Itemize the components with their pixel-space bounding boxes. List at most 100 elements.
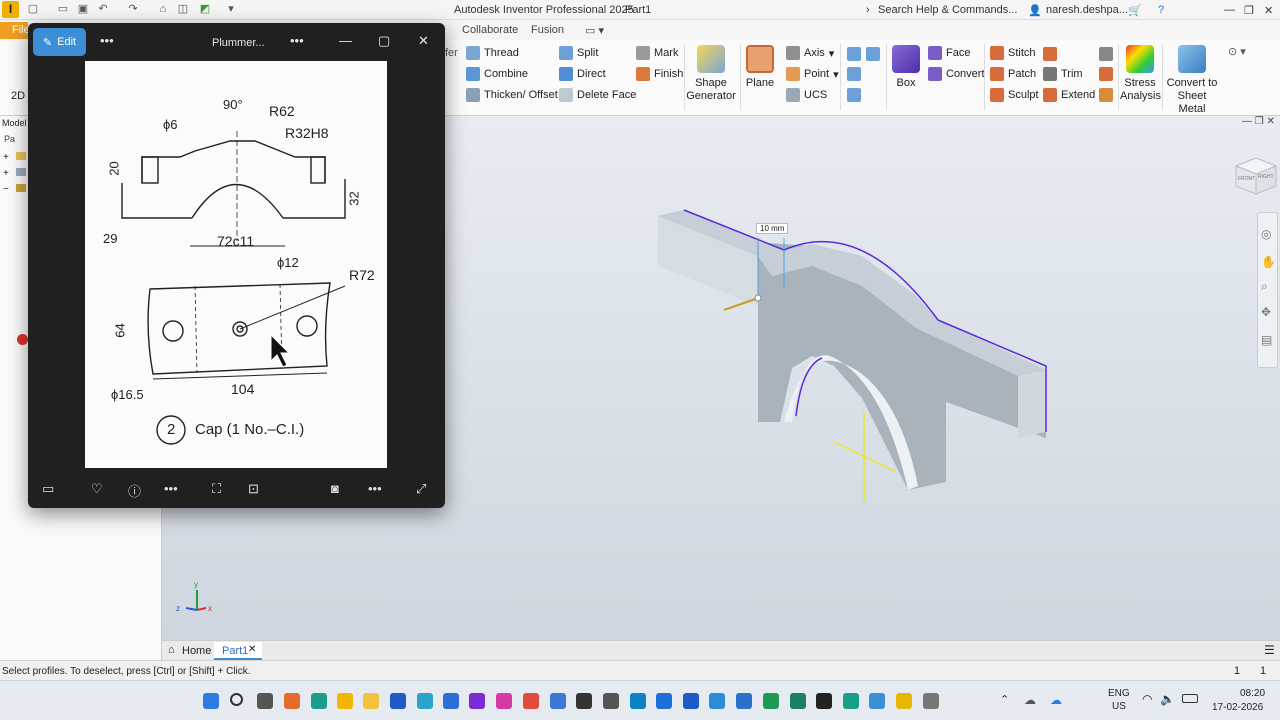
app-icon-15[interactable] (736, 693, 752, 709)
home-tab-icon[interactable]: ⌂ (168, 644, 175, 656)
chrome-icon[interactable] (337, 693, 353, 709)
screenshot-icon[interactable]: ◙ (331, 481, 339, 496)
thread-button[interactable]: Thread (466, 46, 519, 60)
app-icon-1[interactable] (284, 693, 300, 709)
trim-button[interactable]: Trim (1043, 67, 1083, 81)
app-icon-17[interactable] (790, 693, 806, 709)
pattern-rect-icon[interactable] (847, 47, 861, 61)
edge-icon[interactable] (311, 693, 327, 709)
close-icon[interactable]: ✕ (1264, 4, 1273, 17)
mark-button[interactable]: Mark (636, 46, 678, 60)
app-icon-4[interactable] (443, 693, 459, 709)
surface-tool-icon-1[interactable] (1099, 47, 1113, 61)
orbit-icon[interactable]: ✥ (1261, 305, 1271, 319)
app-icon-5[interactable] (469, 693, 485, 709)
viewer-maximize-icon[interactable]: ▢ (378, 33, 390, 49)
open-icon[interactable]: ▭ (56, 3, 70, 16)
viewer-minimize-icon[interactable]: — (339, 33, 352, 49)
combine-button[interactable]: Combine (466, 67, 528, 81)
error-icon[interactable] (17, 334, 28, 345)
app-icon-16[interactable] (763, 693, 779, 709)
extend-button[interactable]: Extend (1043, 88, 1095, 102)
app-icon-7[interactable] (523, 693, 539, 709)
filmstrip-icon[interactable]: ▭ (42, 481, 54, 497)
maximize-icon[interactable]: ❐ (1244, 4, 1254, 17)
expand-icon[interactable]: + (3, 168, 9, 179)
app-icon-11[interactable] (630, 693, 646, 709)
file-explorer-icon[interactable] (363, 693, 379, 709)
mirror-icon[interactable] (866, 47, 880, 61)
direct-button[interactable]: Direct (559, 67, 606, 81)
app-icon-19[interactable] (843, 693, 859, 709)
face-button[interactable]: Face (928, 46, 970, 60)
language-1[interactable]: ENG (1108, 688, 1130, 699)
convert-button[interactable]: Convert (928, 67, 985, 81)
stitch-button[interactable]: Stitch (990, 46, 1036, 60)
collapse-icon[interactable]: − (3, 184, 9, 195)
tray-chevron-icon[interactable]: ⌃ (1000, 693, 1009, 706)
tab-file[interactable]: File (0, 22, 30, 39)
wifi-icon[interactable]: ◠ (1142, 692, 1152, 706)
text-scan-icon[interactable]: ⊡ (248, 481, 259, 497)
tab-fusion[interactable]: Fusion (531, 24, 564, 36)
minimize-icon[interactable]: — (1224, 4, 1235, 16)
delete-face-button[interactable]: Delete Face (559, 88, 636, 102)
home-icon[interactable]: ⌂ (156, 3, 170, 16)
split-button[interactable]: Split (559, 46, 598, 60)
ribbon-toggle-icon[interactable]: ▭ ▾ (585, 24, 604, 37)
pan-icon[interactable]: ✋ (1261, 255, 1276, 269)
redo-icon[interactable]: ↷ (126, 3, 140, 16)
ruled-surface-icon[interactable] (1043, 47, 1057, 61)
more-options-icon[interactable]: ••• (100, 33, 114, 49)
app-icon-8[interactable] (550, 693, 566, 709)
pattern-sketch-icon[interactable] (847, 88, 861, 102)
shape-generator-button[interactable]: Shape Generator (686, 45, 736, 103)
update-icon[interactable]: ◫ (176, 3, 190, 16)
app-icon-9[interactable] (576, 693, 592, 709)
clock-time[interactable]: 08:20 (1240, 688, 1265, 699)
edit-button[interactable]: ✎ Edit (33, 28, 86, 56)
ucs-button[interactable]: UCS (786, 88, 827, 102)
search-input[interactable]: Search Help & Commands... (878, 4, 1017, 16)
app-icon-13[interactable] (683, 693, 699, 709)
user-name[interactable]: naresh.deshpa... (1046, 4, 1128, 16)
favorite-icon[interactable]: ♡ (91, 481, 103, 497)
stress-analysis-button[interactable]: Stress Analysis (1120, 45, 1161, 103)
info-icon[interactable]: ⓘ (128, 481, 141, 500)
sketch-2d-label[interactable]: 2D (11, 90, 25, 102)
task-view-icon[interactable] (257, 693, 273, 709)
expand-icon[interactable]: + (3, 152, 9, 163)
axis-button[interactable]: Axis ▾ (786, 46, 834, 60)
customize-icon[interactable]: ▾ (224, 3, 238, 16)
tab-home[interactable]: Home (182, 645, 211, 657)
appearance-icon[interactable]: ◩ (198, 3, 212, 16)
app-icon-3[interactable] (417, 693, 433, 709)
plane-button[interactable]: Plane (744, 45, 776, 90)
convert-sheet-metal-button[interactable]: Convert to Sheet Metal (1164, 45, 1220, 116)
app-icon-20[interactable] (896, 693, 912, 709)
zoom-icon[interactable]: ⌕ (1261, 279, 1268, 294)
app-icon-6[interactable] (496, 693, 512, 709)
save-icon[interactable]: ▣ (76, 3, 90, 16)
app-icon-2[interactable] (390, 693, 406, 709)
app-icon-21[interactable] (923, 693, 939, 709)
help-icon[interactable]: ? (1158, 4, 1164, 16)
sculpt-button[interactable]: Sculpt (990, 88, 1039, 102)
app-icon-18[interactable] (816, 693, 832, 709)
inventor-logo[interactable]: I (2, 1, 19, 18)
start-icon[interactable] (203, 693, 219, 709)
finish-button[interactable]: Finish (636, 67, 683, 81)
clock-date[interactable]: 17-02-2026 (1212, 702, 1263, 713)
steering-wheel-icon[interactable]: ◎ (1261, 227, 1271, 241)
footer-more-icon[interactable]: ••• (164, 481, 178, 496)
new-icon[interactable]: ▢ (26, 3, 40, 16)
app-icon-10[interactable] (603, 693, 619, 709)
browser-part-item[interactable]: Pa (4, 134, 15, 144)
title-more-icon[interactable]: ••• (290, 33, 304, 49)
app-icon-12[interactable] (656, 693, 672, 709)
footer-more-icon-2[interactable]: ••• (368, 481, 382, 496)
arrow-point[interactable] (754, 294, 762, 302)
box-button[interactable]: Box (890, 45, 922, 90)
scan-icon[interactable]: ⛶ (212, 481, 221, 497)
volume-icon[interactable]: 🔈 (1160, 692, 1175, 706)
